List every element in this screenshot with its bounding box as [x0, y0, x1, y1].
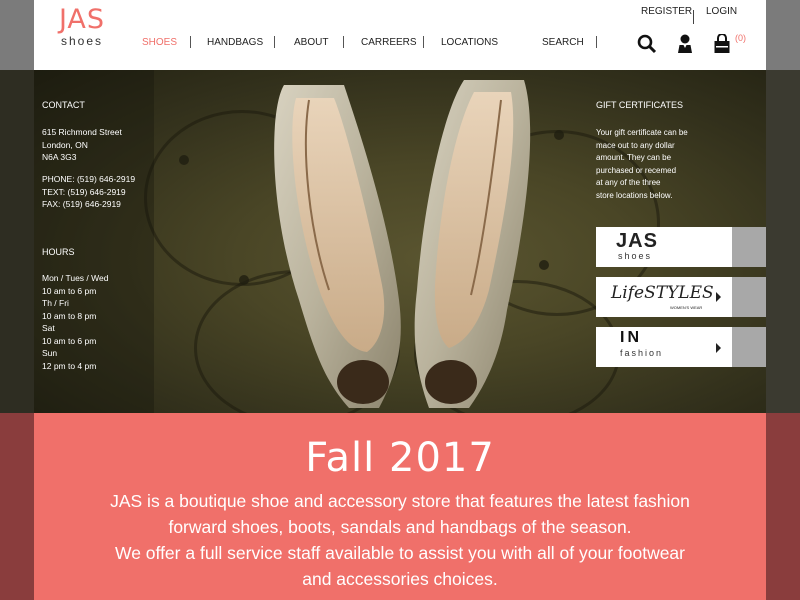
hours-heading: HOURS	[42, 247, 75, 257]
login-link[interactable]: LOGIN	[706, 6, 737, 17]
address-line: 615 Richmond Street	[42, 127, 122, 137]
brand-card-jas[interactable]: JAS shoes	[596, 227, 766, 267]
address-line: London, ON	[42, 139, 88, 150]
gift-line: amount. They can be	[596, 153, 672, 162]
search-icon[interactable]	[637, 34, 657, 59]
logo-wordmark: JAS	[58, 4, 106, 35]
cart-count: (0)	[735, 33, 746, 43]
site-header: JAS shoes REGISTER LOGIN SHOES HANDBAGS …	[34, 0, 766, 70]
brand-card-lifestyles[interactable]: LifeSTYLES WOMEN'S WEAR	[596, 277, 766, 317]
promo-line: We offer a full service staff available …	[115, 543, 685, 563]
gift-line: store locations below.	[596, 190, 673, 200]
phone-number[interactable]: PHONE: (519) 646-2919	[42, 173, 135, 186]
gift-line: purchased or recemed	[596, 165, 677, 175]
nav-shoes[interactable]: SHOES	[142, 37, 177, 48]
chevron-right-icon	[715, 290, 723, 308]
promo-line: and accessories choices.	[302, 569, 498, 589]
user-icon[interactable]	[677, 34, 693, 59]
nav-divider	[343, 36, 344, 48]
velvet-tuft	[179, 155, 189, 165]
brand-in-subtitle: fashion	[620, 348, 664, 358]
brand-card-extension	[732, 327, 766, 367]
contact-heading: CONTACT	[42, 100, 85, 110]
promo-section: Fall 2017 JAS is a boutique shoe and acc…	[34, 413, 766, 600]
nav-divider	[596, 36, 597, 48]
nav-search[interactable]: SEARCH	[542, 37, 584, 48]
hours-line: 10 am to 6 pm	[42, 335, 97, 346]
brand-jas-wordmark: JAS	[616, 230, 658, 252]
right-margin-hero	[766, 70, 800, 413]
nav-divider	[423, 36, 424, 48]
brand-lifestyles-wordmark: LifeSTYLES	[611, 283, 714, 303]
gift-heading: GIFT CERTIFICATES	[596, 100, 684, 110]
promo-title: Fall 2017	[305, 435, 495, 481]
hours-line: Sat	[42, 323, 55, 333]
promo-line: forward shoes, boots, sandals and handba…	[168, 517, 632, 537]
hours-line: Sun	[42, 348, 58, 358]
nav-divider	[190, 36, 191, 48]
nav-about[interactable]: ABOUT	[294, 37, 328, 48]
shoes-image	[274, 80, 531, 408]
brand-lifestyles-subtitle: WOMEN'S WEAR	[670, 305, 703, 310]
jas-logo[interactable]: JAS shoes	[52, 4, 112, 49]
gift-description: Your gift certificate can be mace out to…	[596, 127, 706, 202]
gift-line: mace out to any dollar	[596, 140, 675, 150]
logo-subtitle: shoes	[60, 34, 104, 48]
top-divider	[693, 10, 694, 24]
nav-handbags[interactable]: HANDBAGS	[207, 37, 263, 48]
contact-address: 615 Richmond Street London, ON N6A 3G3	[42, 126, 122, 164]
hours-line: 10 am to 6 pm	[42, 285, 97, 296]
shopping-bag-icon[interactable]	[713, 33, 731, 59]
right-margin-promo	[766, 413, 800, 600]
nav-divider	[274, 36, 275, 48]
text-number[interactable]: TEXT: (519) 646-2919	[42, 186, 135, 199]
velvet-tuft	[539, 260, 549, 270]
contact-numbers: PHONE: (519) 646-2919 TEXT: (519) 646-29…	[42, 173, 135, 211]
velvet-tuft	[554, 130, 564, 140]
hours-line: 10 am to 8 pm	[42, 310, 97, 321]
chevron-right-icon	[715, 341, 723, 359]
promo-line: JAS is a boutique shoe and accessory sto…	[110, 491, 690, 511]
brand-jas-subtitle: shoes	[618, 251, 653, 261]
hours-line: Th / Fri	[42, 298, 69, 308]
register-link[interactable]: REGISTER	[641, 6, 692, 17]
nav-locations[interactable]: LOCATIONS	[441, 37, 498, 48]
brand-card-extension	[732, 227, 766, 267]
brand-card-infashion[interactable]: IN fashion	[596, 327, 766, 367]
hours-line: 12 pm to 4 pm	[42, 360, 97, 371]
brand-in-wordmark: IN	[620, 329, 642, 346]
nav-careers[interactable]: CARREERS	[361, 37, 417, 48]
hours-list: Mon / Tues / Wed 10 am to 6 pm Th / Fri …	[42, 272, 108, 372]
brand-card-extension	[732, 277, 766, 317]
address-line: N6A 3G3	[42, 152, 77, 162]
gift-line: Your gift certificate can be	[596, 128, 688, 137]
gift-line: at any of the three	[596, 178, 661, 187]
left-margin-hero	[0, 70, 34, 413]
fax-number: FAX: (519) 646-2919	[42, 199, 121, 209]
hours-line: Mon / Tues / Wed	[42, 273, 109, 283]
promo-description: JAS is a boutique shoe and accessory sto…	[84, 488, 716, 592]
left-margin-promo	[0, 413, 34, 600]
